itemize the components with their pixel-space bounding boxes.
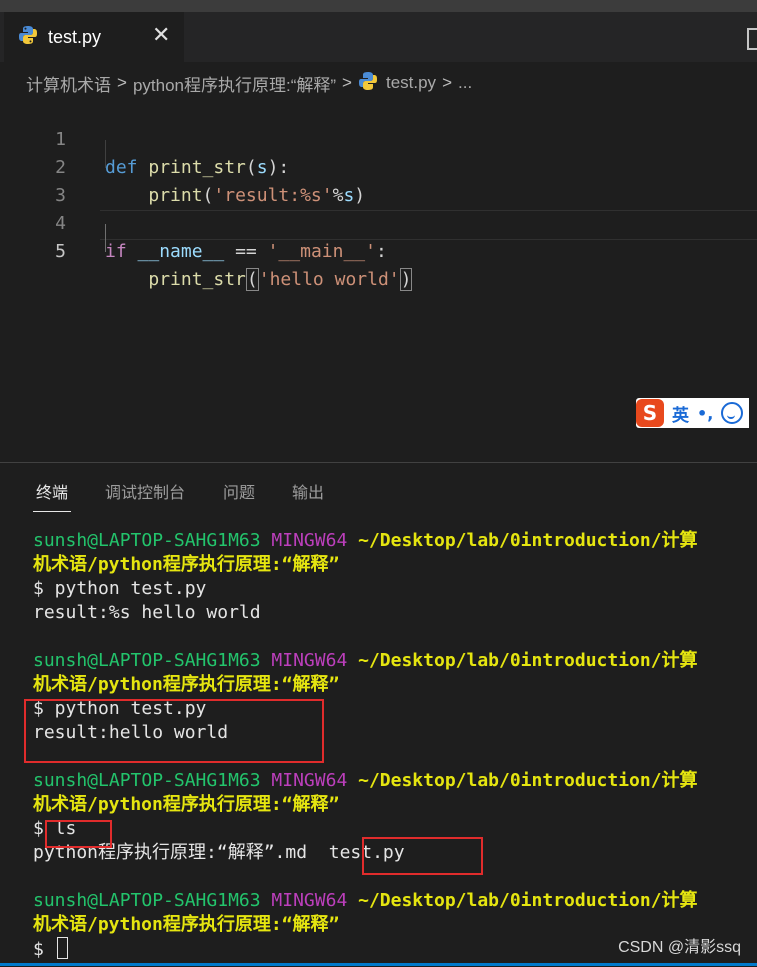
active-tab-indicator (33, 511, 71, 512)
terminal-prompt-path: 机术语/python程序执行原理:“解释” (33, 674, 340, 695)
code-line: 3 (0, 154, 757, 206)
chevron-right-icon: > (342, 73, 352, 92)
terminal-prompt-line: sunsh@LAPTOP-SAHG1M63 MINGW64 ~/Desktop/… (33, 770, 698, 791)
tab-test-py[interactable]: test.py ✕ (4, 12, 184, 62)
python-file-icon (358, 71, 378, 96)
smiley-icon[interactable] (721, 402, 744, 424)
ime-language-toggle[interactable]: 英 (672, 401, 689, 426)
breadcrumb-item-file[interactable]: test.py (386, 73, 436, 93)
tab-debug-console[interactable]: 调试控制台 (105, 479, 185, 503)
tab-terminal[interactable]: 终端 (36, 479, 68, 503)
line-number: 5 (55, 241, 66, 262)
python-file-icon (18, 25, 38, 49)
window-top-strip (0, 0, 757, 12)
breadcrumb: 计算机术语 > python程序执行原理:“解释” > test.py > ..… (26, 70, 472, 96)
ime-punctuation-toggle[interactable]: •, (697, 404, 713, 423)
highlight-box (24, 699, 324, 763)
breadcrumb-item-folder[interactable]: 计算机术语 (26, 71, 111, 96)
terminal-cursor (56, 937, 68, 959)
code-line: 1 def print_str(s): (0, 98, 757, 178)
chevron-right-icon: > (442, 73, 452, 92)
code-line: 2 print('result:%s'%s) (0, 126, 757, 206)
terminal-prompt-path: 机术语/python程序执行原理:“解释” (33, 554, 340, 575)
tab-output[interactable]: 输出 (292, 479, 324, 503)
close-icon[interactable]: ✕ (152, 23, 170, 48)
chevron-right-icon: > (117, 73, 127, 92)
highlight-box (362, 837, 483, 875)
split-editor-icon[interactable] (747, 28, 757, 50)
watermark: CSDN @清影ssq (618, 939, 741, 956)
terminal-output: result:%s hello world (33, 602, 261, 623)
terminal-prompt-path: 机术语/python程序执行原理:“解释” (33, 794, 340, 815)
code-line-active: 5 print_str('hello world') (0, 210, 757, 291)
breadcrumb-item-subfolder[interactable]: python程序执行原理:“解释” (133, 71, 336, 96)
terminal-prompt-line: sunsh@LAPTOP-SAHG1M63 MINGW64 ~/Desktop/… (33, 890, 698, 911)
tab-problems[interactable]: 问题 (223, 479, 255, 503)
terminal-prompt-line: sunsh@LAPTOP-SAHG1M63 MINGW64 ~/Desktop/… (33, 650, 698, 671)
tab-label: test.py (48, 26, 102, 47)
breadcrumb-item-symbols[interactable]: ... (458, 73, 472, 93)
bottom-panel: 终端 调试控制台 问题 输出 sunsh@LAPTOP-SAHG1M63 MIN… (0, 462, 757, 967)
highlight-box (45, 820, 112, 848)
terminal-command: $ python test.py (33, 578, 207, 599)
editor-tab-bar: test.py ✕ (0, 12, 757, 62)
sogou-logo-icon: S (636, 399, 664, 427)
code-line: 4 if __name__ == '__main__': (0, 182, 757, 262)
ime-toolbar[interactable]: S 英 •, (636, 398, 750, 428)
terminal-prompt-line: sunsh@LAPTOP-SAHG1M63 MINGW64 ~/Desktop/… (33, 530, 698, 551)
